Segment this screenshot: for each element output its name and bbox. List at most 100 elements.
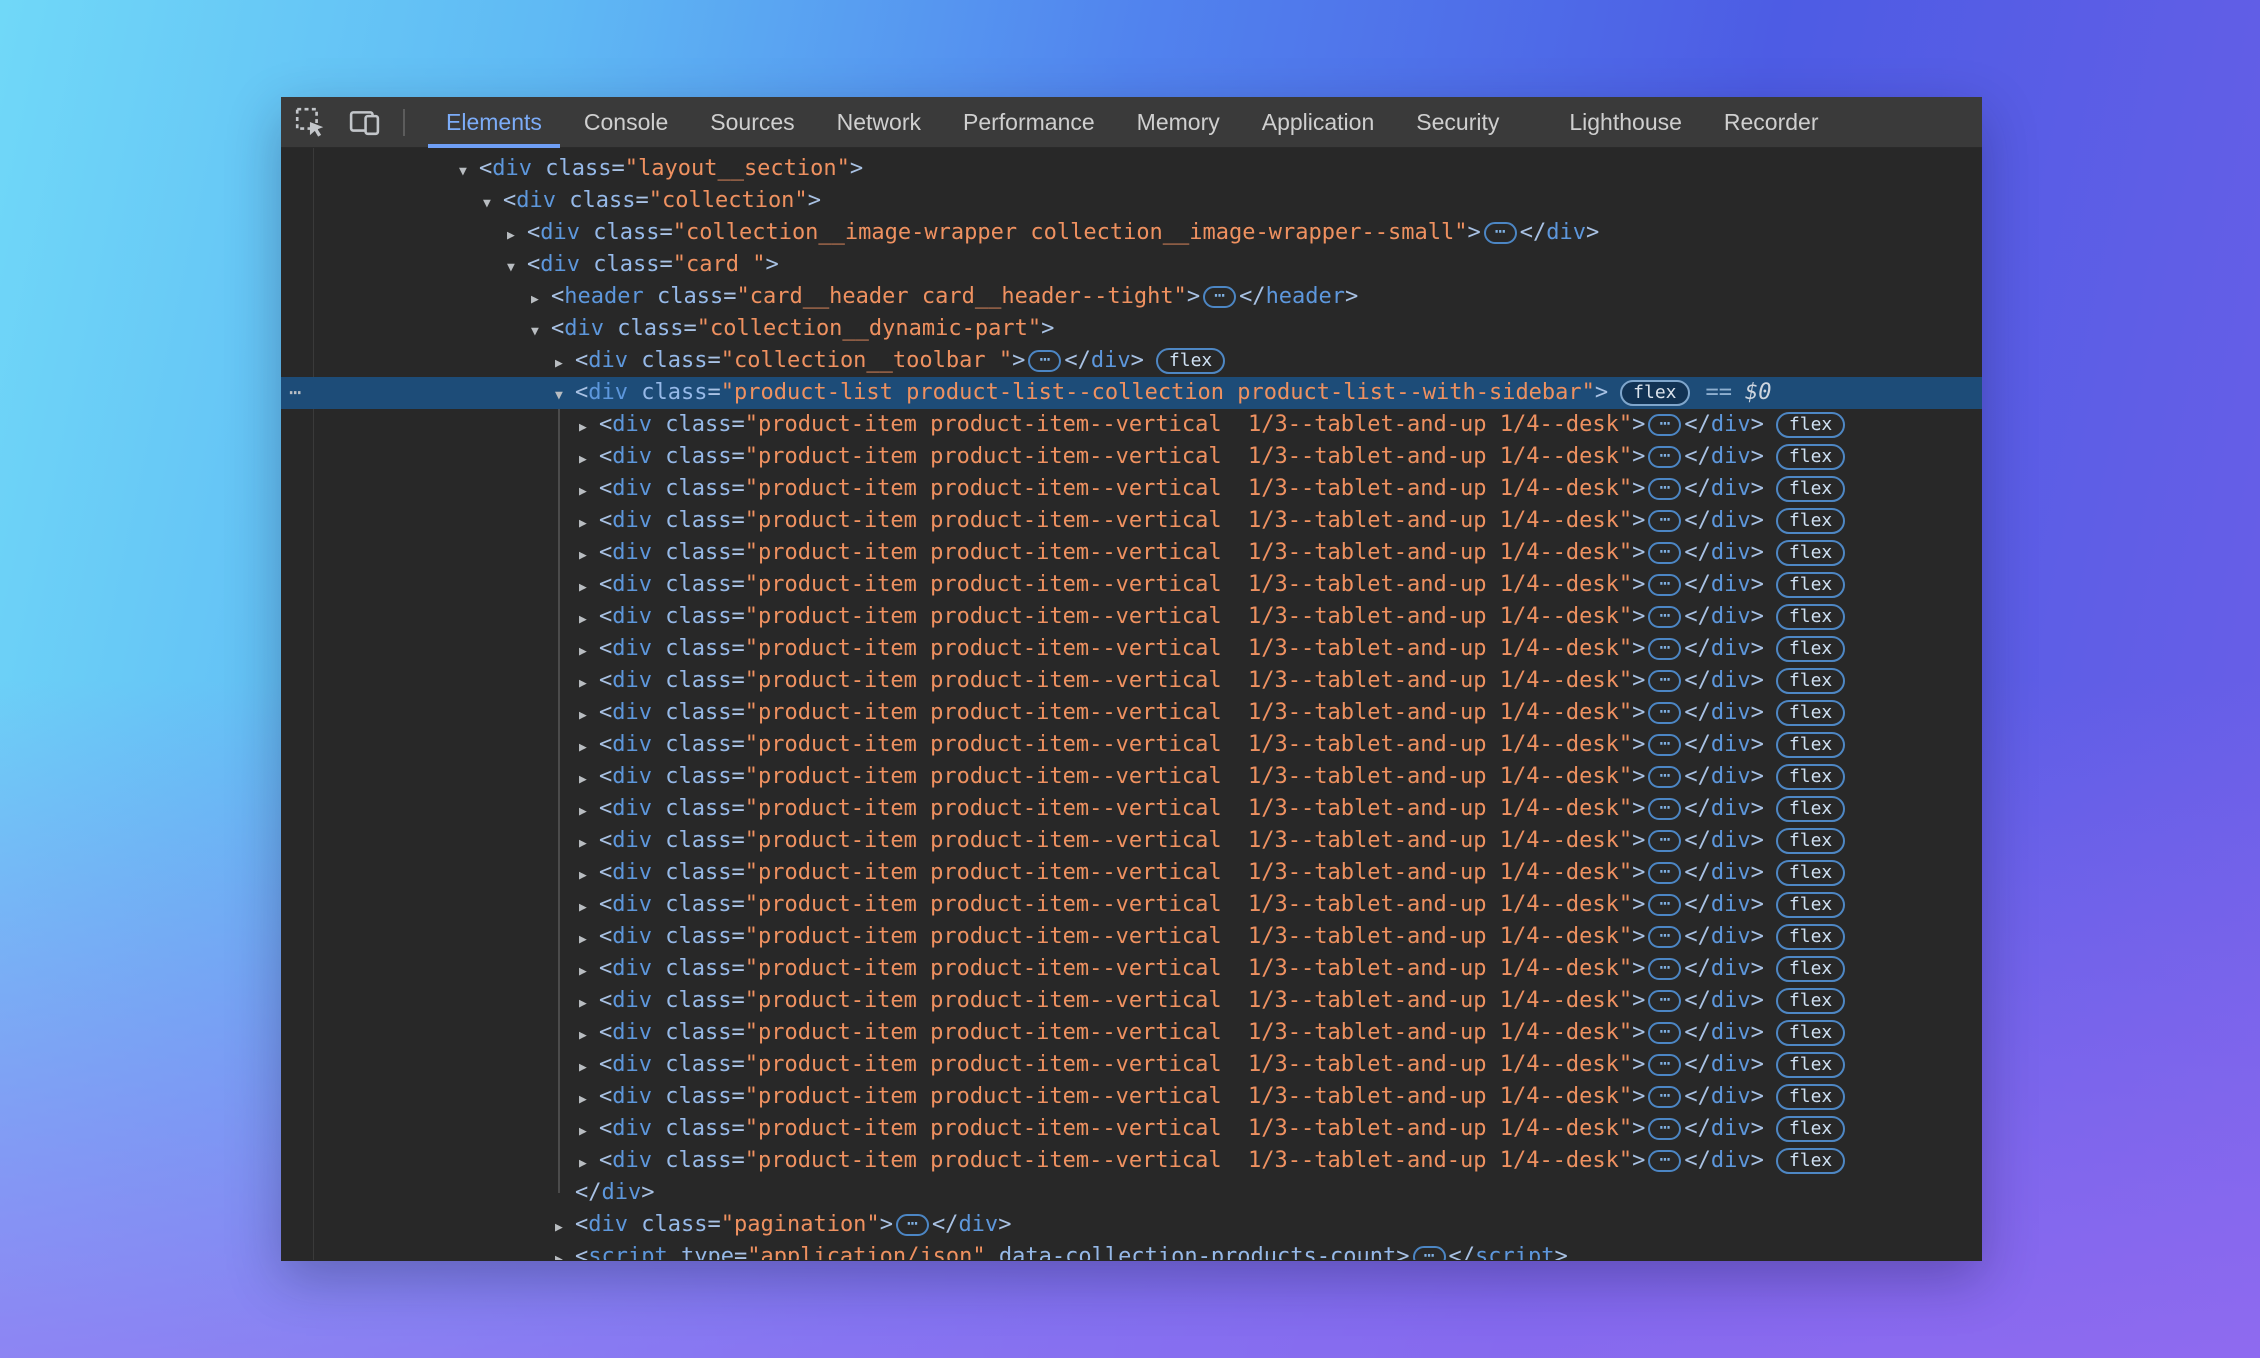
inline-expand-button[interactable]: ⋯ [1028, 350, 1061, 372]
flex-badge[interactable]: flex [1776, 732, 1845, 758]
tab-recorder[interactable]: Recorder [1703, 97, 1840, 148]
disclosure-expanded-icon[interactable]: ▼ [459, 156, 479, 188]
disclosure-collapsed-icon[interactable]: ▶ [555, 1244, 575, 1260]
inline-expand-button[interactable]: ⋯ [1203, 286, 1236, 308]
disclosure-collapsed-icon[interactable]: ▶ [579, 956, 599, 988]
tab-performance[interactable]: Performance [942, 97, 1116, 148]
disclosure-collapsed-icon[interactable]: ▶ [579, 892, 599, 924]
flex-badge[interactable]: flex [1620, 380, 1689, 406]
tree-row[interactable]: ▼<div class="layout__section"> [281, 153, 1982, 185]
disclosure-collapsed-icon[interactable]: ▶ [555, 1212, 575, 1244]
inline-expand-button[interactable]: ⋯ [1648, 1150, 1681, 1172]
tree-row[interactable]: ▶<header class="card__header card__heade… [281, 281, 1982, 313]
tree-row[interactable]: ▶<div class="product-item product-item--… [281, 1017, 1982, 1049]
disclosure-collapsed-icon[interactable]: ▶ [579, 604, 599, 636]
flex-badge[interactable]: flex [1776, 924, 1845, 950]
inline-expand-button[interactable]: ⋯ [1648, 478, 1681, 500]
disclosure-expanded-icon[interactable]: ▼ [507, 252, 527, 284]
flex-badge[interactable]: flex [1776, 892, 1845, 918]
disclosure-expanded-icon[interactable]: ▼ [555, 380, 575, 412]
disclosure-collapsed-icon[interactable]: ▶ [579, 1052, 599, 1084]
tree-row[interactable]: ▶<div class="product-item product-item--… [281, 1113, 1982, 1145]
disclosure-collapsed-icon[interactable]: ▶ [579, 1148, 599, 1180]
flex-badge[interactable]: flex [1776, 764, 1845, 790]
inline-expand-button[interactable]: ⋯ [1648, 1118, 1681, 1140]
tree-row[interactable]: ▶<div class="collection__toolbar ">⋯</di… [281, 345, 1982, 377]
tree-row[interactable]: ▶<div class="collection__image-wrapper c… [281, 217, 1982, 249]
disclosure-collapsed-icon[interactable]: ▶ [579, 668, 599, 700]
disclosure-collapsed-icon[interactable]: ▶ [579, 796, 599, 828]
tree-row[interactable]: ▶<div class="product-item product-item--… [281, 825, 1982, 857]
inline-expand-button[interactable]: ⋯ [896, 1214, 929, 1236]
flex-badge[interactable]: flex [1776, 1020, 1845, 1046]
tree-row[interactable]: ▶<div class="product-item product-item--… [281, 505, 1982, 537]
inline-expand-button[interactable]: ⋯ [1648, 1086, 1681, 1108]
flex-badge[interactable]: flex [1776, 796, 1845, 822]
inline-expand-button[interactable]: ⋯ [1648, 574, 1681, 596]
tab-security[interactable]: Security [1395, 97, 1520, 148]
disclosure-collapsed-icon[interactable]: ▶ [579, 540, 599, 572]
inline-expand-button[interactable]: ⋯ [1648, 638, 1681, 660]
inspect-element-icon[interactable] [294, 104, 327, 140]
tab-sources[interactable]: Sources [689, 97, 815, 148]
tree-row[interactable]: ▶<div class="product-item product-item--… [281, 953, 1982, 985]
flex-badge[interactable]: flex [1776, 508, 1845, 534]
tree-row[interactable]: </div> [281, 1177, 1982, 1209]
disclosure-collapsed-icon[interactable]: ▶ [579, 1020, 599, 1052]
inline-expand-button[interactable]: ⋯ [1648, 606, 1681, 628]
disclosure-collapsed-icon[interactable]: ▶ [579, 508, 599, 540]
flex-badge[interactable]: flex [1776, 1148, 1845, 1174]
tab-application[interactable]: Application [1241, 97, 1396, 148]
disclosure-collapsed-icon[interactable]: ▶ [579, 732, 599, 764]
inline-expand-button[interactable]: ⋯ [1648, 990, 1681, 1012]
inline-expand-button[interactable]: ⋯ [1648, 958, 1681, 980]
inline-expand-button[interactable]: ⋯ [1413, 1246, 1446, 1260]
disclosure-collapsed-icon[interactable]: ▶ [579, 412, 599, 444]
inline-expand-button[interactable]: ⋯ [1648, 862, 1681, 884]
disclosure-collapsed-icon[interactable]: ▶ [579, 764, 599, 796]
inline-expand-button[interactable]: ⋯ [1648, 510, 1681, 532]
disclosure-collapsed-icon[interactable]: ▶ [579, 572, 599, 604]
inline-expand-button[interactable]: ⋯ [1648, 798, 1681, 820]
disclosure-collapsed-icon[interactable]: ▶ [579, 636, 599, 668]
tree-row[interactable]: ▼<div class="collection__dynamic-part"> [281, 313, 1982, 345]
disclosure-collapsed-icon[interactable]: ▶ [579, 1084, 599, 1116]
tree-row[interactable]: ▶<div class="product-item product-item--… [281, 761, 1982, 793]
inline-expand-button[interactable]: ⋯ [1648, 766, 1681, 788]
flex-badge[interactable]: flex [1156, 348, 1225, 374]
inline-expand-button[interactable]: ⋯ [1648, 894, 1681, 916]
tab-elements[interactable]: Elements [425, 97, 563, 148]
flex-badge[interactable]: flex [1776, 604, 1845, 630]
inline-expand-button[interactable]: ⋯ [1648, 414, 1681, 436]
disclosure-collapsed-icon[interactable]: ▶ [579, 988, 599, 1020]
tab-network[interactable]: Network [816, 97, 942, 148]
flex-badge[interactable]: flex [1776, 444, 1845, 470]
flex-badge[interactable]: flex [1776, 1084, 1845, 1110]
tree-row[interactable]: ▶<div class="product-item product-item--… [281, 985, 1982, 1017]
flex-badge[interactable]: flex [1776, 956, 1845, 982]
flex-badge[interactable]: flex [1776, 1052, 1845, 1078]
tree-row[interactable]: ▶<div class="product-item product-item--… [281, 697, 1982, 729]
flex-badge[interactable]: flex [1776, 988, 1845, 1014]
flex-badge[interactable]: flex [1776, 668, 1845, 694]
inline-expand-button[interactable]: ⋯ [1648, 446, 1681, 468]
tree-row[interactable]: ▼<div class="collection"> [281, 185, 1982, 217]
disclosure-collapsed-icon[interactable]: ▶ [579, 828, 599, 860]
tree-row[interactable]: ▶<div class="product-item product-item--… [281, 633, 1982, 665]
tree-row[interactable]: ▶<div class="product-item product-item--… [281, 441, 1982, 473]
flex-badge[interactable]: flex [1776, 412, 1845, 438]
disclosure-collapsed-icon[interactable]: ▶ [579, 924, 599, 956]
disclosure-collapsed-icon[interactable]: ▶ [579, 476, 599, 508]
tree-row[interactable]: ▶<div class="product-item product-item--… [281, 1049, 1982, 1081]
disclosure-expanded-icon[interactable]: ▼ [531, 316, 551, 348]
inline-expand-button[interactable]: ⋯ [1648, 702, 1681, 724]
row-overflow-menu-icon[interactable]: ⋯ [289, 377, 303, 409]
inline-expand-button[interactable]: ⋯ [1648, 734, 1681, 756]
disclosure-collapsed-icon[interactable]: ▶ [579, 860, 599, 892]
flex-badge[interactable]: flex [1776, 700, 1845, 726]
tree-row[interactable]: ▶<div class="product-item product-item--… [281, 921, 1982, 953]
disclosure-collapsed-icon[interactable]: ▶ [579, 1116, 599, 1148]
inline-expand-button[interactable]: ⋯ [1648, 1022, 1681, 1044]
flex-badge[interactable]: flex [1776, 828, 1845, 854]
disclosure-collapsed-icon[interactable]: ▶ [507, 220, 527, 252]
